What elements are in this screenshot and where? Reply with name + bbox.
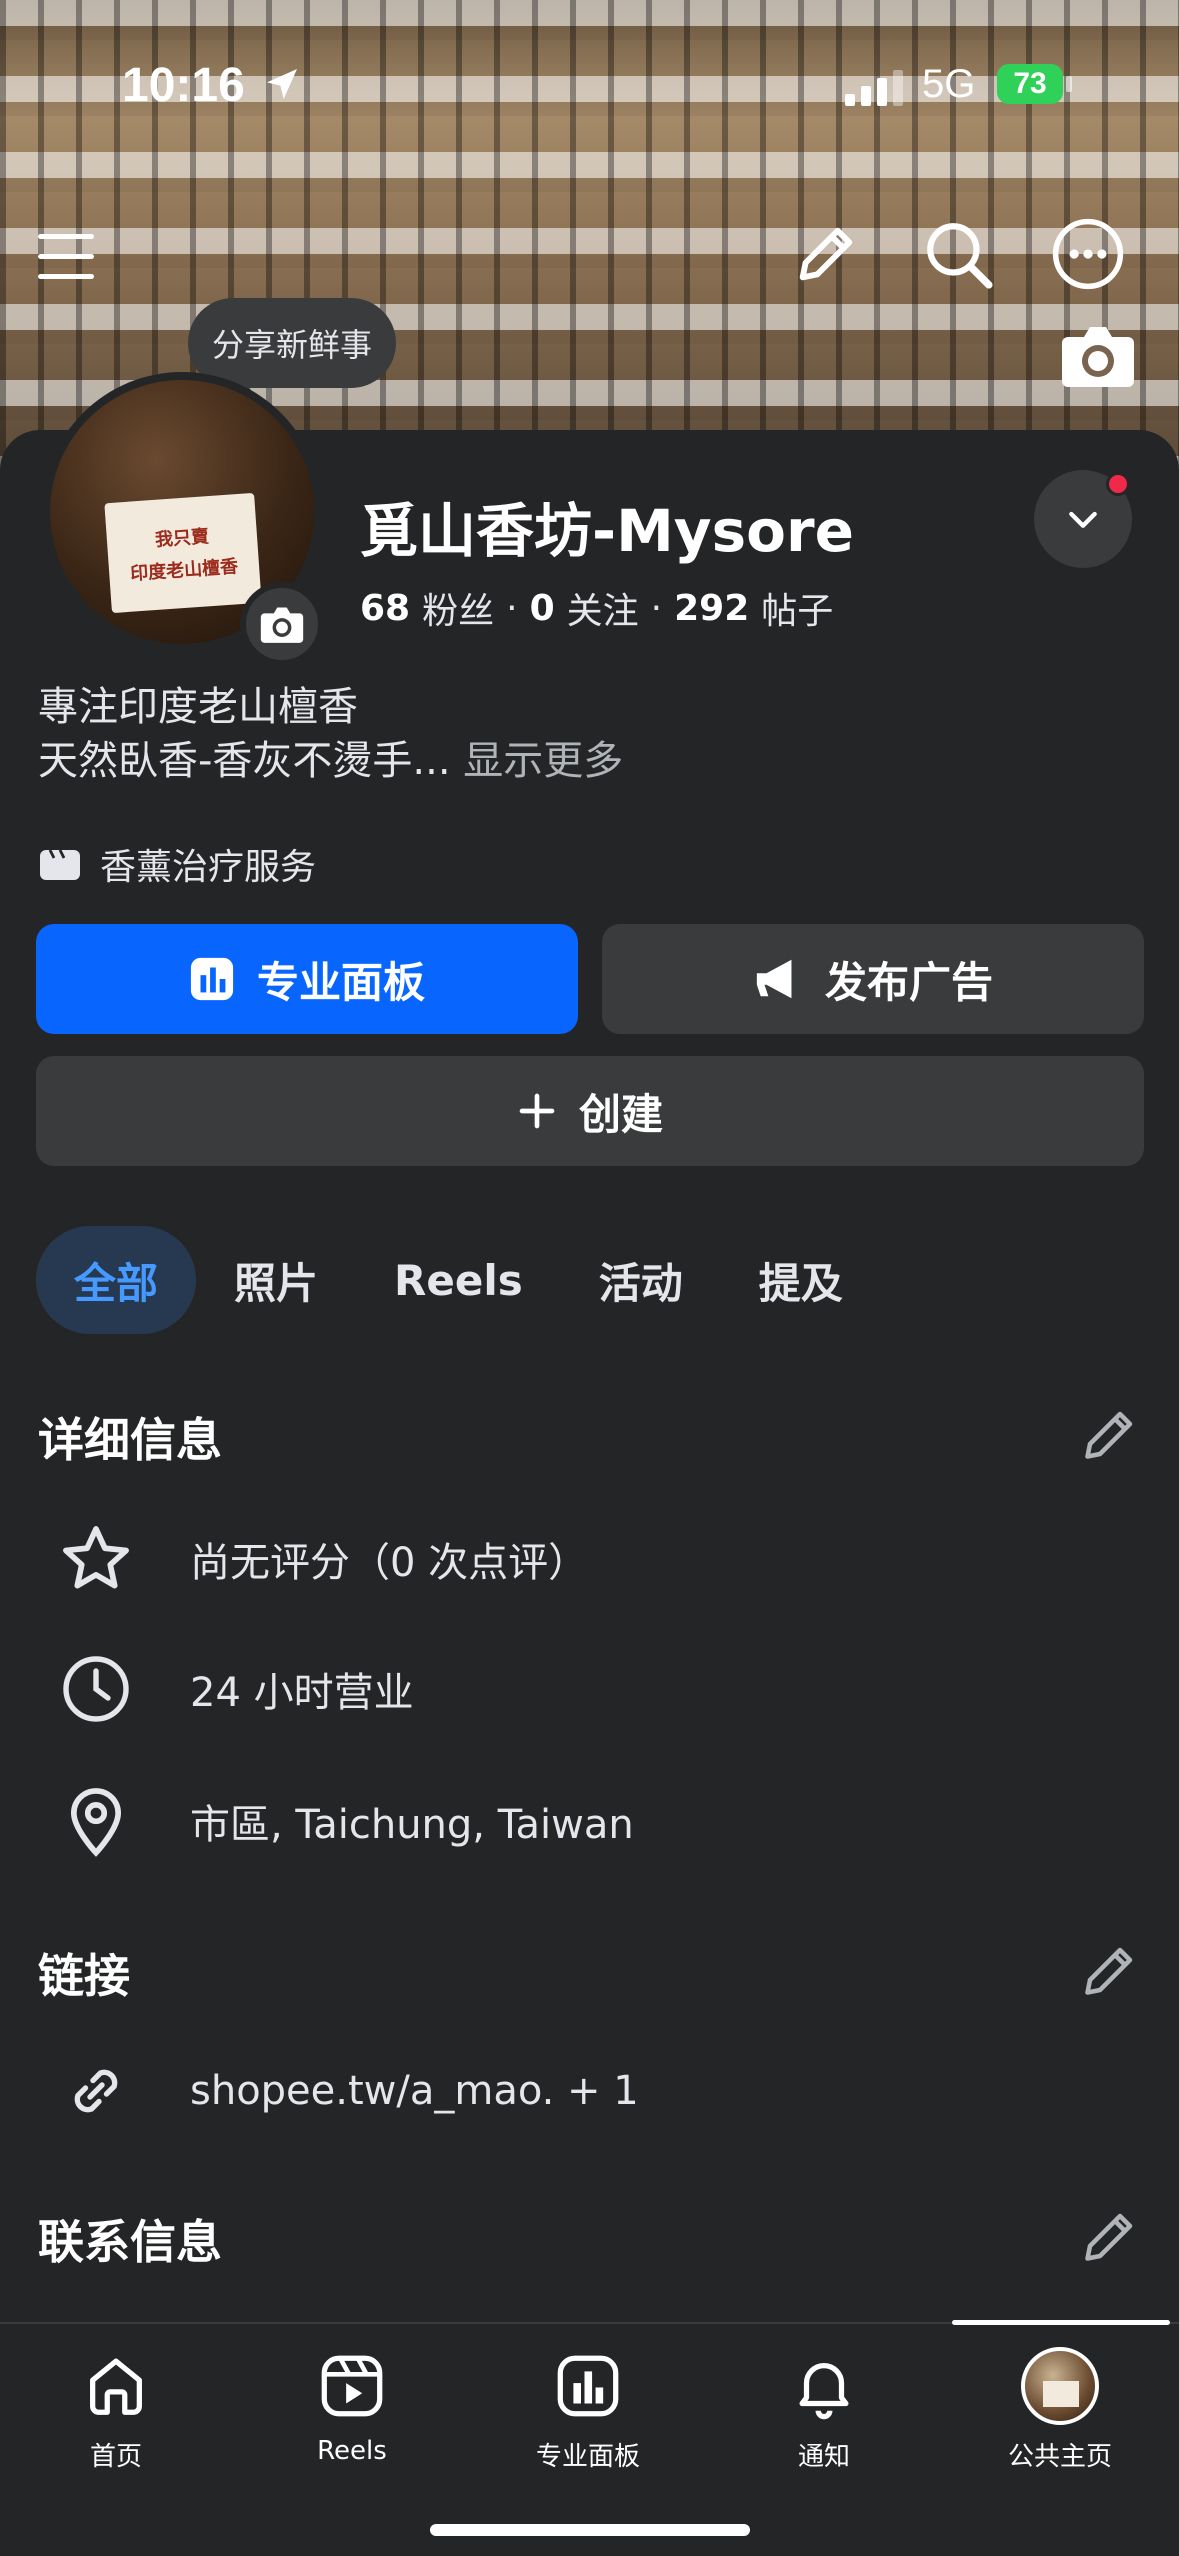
star-icon — [56, 1519, 136, 1599]
separator-dot: · — [650, 587, 663, 629]
battery-tip — [1066, 76, 1072, 92]
bio-line-2: 天然臥香-香灰不燙手... — [38, 738, 451, 784]
nav-avatar-image — [1021, 2347, 1099, 2425]
promote-button[interactable]: 发布广告 — [602, 924, 1144, 1034]
location-pin-icon — [56, 1781, 136, 1861]
search-icon[interactable] — [918, 214, 998, 294]
rating-text: 尚无评分（0 次点评） — [190, 1540, 589, 1586]
more-options-icon[interactable] — [1048, 214, 1128, 294]
nav-notifications[interactable]: 通知 — [724, 2346, 924, 2473]
plus-icon — [519, 1093, 555, 1129]
tab-mentions[interactable]: 提及 — [721, 1226, 881, 1334]
hours-text: 24 小时营业 — [190, 1670, 414, 1716]
nav-dashboard[interactable]: 专业面板 — [488, 2346, 688, 2473]
nav-page-profile[interactable]: 公共主页 — [960, 2346, 1160, 2473]
tab-reels[interactable]: Reels — [356, 1226, 561, 1334]
status-time: 10:16 — [122, 59, 245, 112]
edit-details-icon[interactable] — [1080, 1404, 1140, 1464]
page-title: 覓山香坊-Mysore — [360, 497, 854, 565]
link-text: shopee.tw/a_mao. + 1 — [190, 2068, 639, 2114]
following-count[interactable]: 0 — [530, 588, 555, 629]
nav-notifications-label: 通知 — [797, 2442, 850, 2472]
megaphone-icon — [756, 959, 792, 999]
nav-dashboard-label: 专业面板 — [535, 2442, 640, 2472]
dashboard-icon — [190, 957, 234, 1001]
status-bar: 10:16 5G 73 — [0, 0, 1179, 170]
bio-line-1: 專注印度老山檀香 — [38, 684, 358, 730]
promote-label: 发布广告 — [824, 957, 993, 1007]
nav-reels[interactable]: Reels — [252, 2346, 452, 2466]
clock-icon — [56, 1649, 136, 1729]
avatar-sign: 我只賣 印度老山檀香 — [104, 492, 262, 614]
location-text: 市區, Taichung, Taiwan — [190, 1802, 634, 1848]
nav-home[interactable]: 首页 — [16, 2346, 216, 2473]
menu-icon[interactable] — [26, 216, 106, 296]
active-tab-indicator — [952, 2320, 1170, 2325]
edit-avatar-camera-icon[interactable] — [240, 582, 324, 666]
posts-count: 292 — [674, 587, 750, 629]
followers-count[interactable]: 68 — [360, 588, 410, 629]
reels-icon — [312, 2346, 392, 2426]
page-category: 香薰治疗服务 — [38, 838, 316, 890]
followers-label[interactable]: 粉丝 — [422, 582, 494, 634]
chevron-down-icon — [1069, 511, 1097, 528]
nav-home-label: 首页 — [89, 2442, 142, 2472]
edit-links-icon[interactable] — [1080, 1940, 1140, 2000]
create-label: 创建 — [578, 1089, 663, 1139]
bio: 專注印度老山檀香 天然臥香-香灰不燙手... 显示更多 — [38, 680, 623, 788]
home-icon — [76, 2346, 156, 2426]
professional-dashboard-label: 专业面板 — [256, 957, 425, 1007]
link-row[interactable]: shopee.tw/a_mao. + 1 — [56, 2046, 639, 2136]
briefcase-icon — [40, 849, 80, 880]
location-row[interactable]: 市區, Taichung, Taiwan — [56, 1776, 634, 1866]
details-title: 详细信息 — [38, 1413, 222, 1467]
tab-events[interactable]: 活动 — [561, 1226, 721, 1334]
battery-level: 73 — [1013, 67, 1047, 100]
following-label[interactable]: 关注 — [567, 582, 639, 634]
dashboard-icon — [548, 2346, 628, 2426]
battery-icon: 73 — [997, 64, 1063, 104]
share-update-bubble[interactable]: 分享新鲜事 — [188, 298, 397, 388]
rating-row[interactable]: 尚无评分（0 次点评） — [56, 1514, 588, 1604]
signal-icon — [845, 70, 903, 106]
category-label: 香薰治疗服务 — [100, 847, 317, 888]
edit-contact-icon[interactable] — [1080, 2206, 1140, 2266]
posts-label: 帖子 — [761, 591, 834, 632]
create-button[interactable]: 创建 — [36, 1056, 1144, 1166]
tab-photos[interactable]: 照片 — [196, 1226, 356, 1334]
bell-icon — [784, 2346, 864, 2426]
link-icon — [56, 2051, 136, 2131]
contact-title: 联系信息 — [38, 2215, 222, 2269]
links-title: 链接 — [38, 1949, 130, 2003]
network-type: 5G — [922, 62, 976, 106]
see-more-link[interactable]: 显示更多 — [463, 738, 623, 784]
professional-dashboard-button[interactable]: 专业面板 — [36, 924, 578, 1034]
nav-page-profile-label: 公共主页 — [1007, 2442, 1112, 2472]
page-avatar — [1020, 2346, 1100, 2426]
edit-cover-camera-icon[interactable] — [1060, 320, 1136, 390]
profile-stats: 68 粉丝 · 0 关注 · 292 帖子 — [360, 582, 833, 634]
nav-reels-label: Reels — [317, 2436, 387, 2466]
tab-all[interactable]: 全部 — [36, 1226, 197, 1334]
profile-tabs: 全部 照片 Reels 活动 提及 — [36, 1226, 881, 1334]
share-update-label: 分享新鲜事 — [212, 326, 373, 364]
hours-row: 24 小时营业 — [56, 1644, 414, 1734]
separator-dot: · — [506, 587, 518, 629]
location-arrow-icon — [267, 69, 297, 99]
edit-profile-icon[interactable] — [786, 214, 866, 294]
notification-dot — [1106, 472, 1130, 496]
home-indicator — [430, 2524, 750, 2536]
